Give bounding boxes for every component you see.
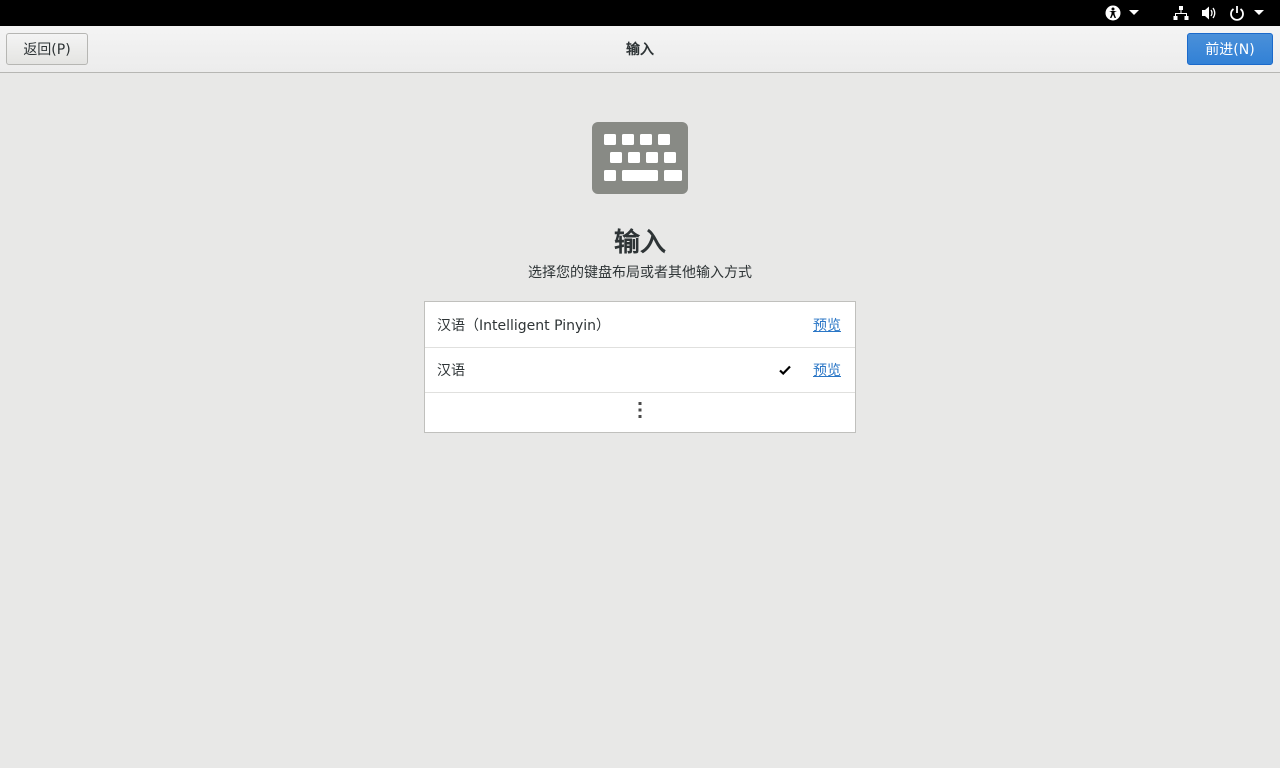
preview-link[interactable]: 预览 [813,347,841,392]
accessibility-icon [1105,5,1121,21]
accessibility-menu[interactable] [1098,0,1146,26]
back-button[interactable]: 返回(P) [6,33,88,65]
input-source-label: 汉语（Intelligent Pinyin） [437,317,611,334]
keyboard-icon [592,122,688,194]
input-source-label: 汉语 [437,362,465,379]
top-bar [0,0,1280,26]
page-subtitle: 选择您的键盘布局或者其他输入方式 [528,265,752,281]
volume-icon [1201,5,1217,21]
next-button[interactable]: 前进(N) [1187,33,1273,65]
list-item[interactable]: 汉语 预览 [425,347,855,393]
system-menu[interactable] [1168,0,1268,26]
preview-link[interactable]: 预览 [813,302,841,347]
more-button[interactable] [425,392,855,432]
network-wired-icon [1173,5,1189,21]
header-bar: 输入 返回(P) 前进(N) [0,26,1280,73]
chevron-down-icon [1253,10,1264,16]
list-item[interactable]: 汉语（Intelligent Pinyin） 预览 [425,302,855,348]
chevron-down-icon [1129,10,1139,16]
header-title: 输入 [626,42,654,58]
input-source-list: 汉语（Intelligent Pinyin） 预览 汉语 预览 [424,301,856,433]
page-title: 输入 [613,228,666,258]
checkmark-icon [779,347,791,392]
power-icon [1229,5,1245,21]
view-more-icon [638,401,642,423]
